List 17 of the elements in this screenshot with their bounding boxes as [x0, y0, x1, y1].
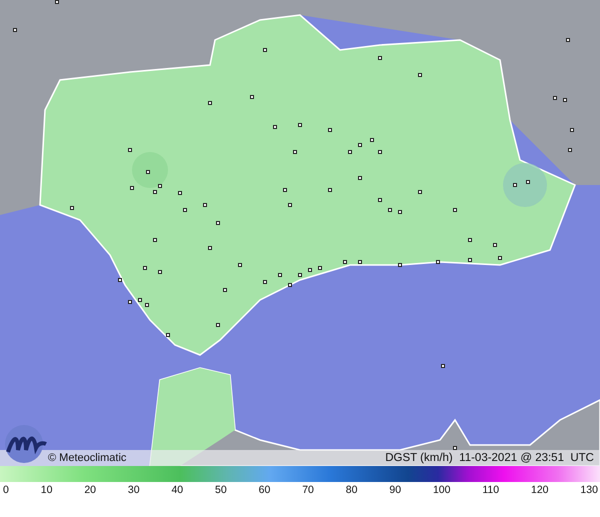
scale-tick-label: 110: [482, 484, 500, 497]
scale-tick-label: 20: [84, 484, 96, 497]
scale-tick-label: 70: [302, 484, 314, 497]
scale-tick-label: 80: [346, 484, 358, 497]
scale-tick-label: 130: [580, 484, 598, 497]
scale-tick-label: 30: [128, 484, 140, 497]
scale-tick-label: 120: [531, 484, 549, 497]
copyright-text: © Meteoclimatic: [48, 452, 126, 464]
scale-tick-label: 40: [171, 484, 184, 497]
scale-tick-label: 10: [40, 484, 52, 497]
caption-text: DGST (km/h) 11-03-2021 @ 23:51 UTC: [385, 452, 594, 464]
scale-tick-label: 60: [258, 484, 270, 497]
scale-tick-label: 50: [215, 484, 227, 497]
scale-tick-label: 0: [3, 484, 9, 497]
logo-icon: [4, 424, 48, 464]
scale-tick-label: 100: [432, 484, 450, 497]
scale-tick-label: 90: [389, 484, 402, 497]
